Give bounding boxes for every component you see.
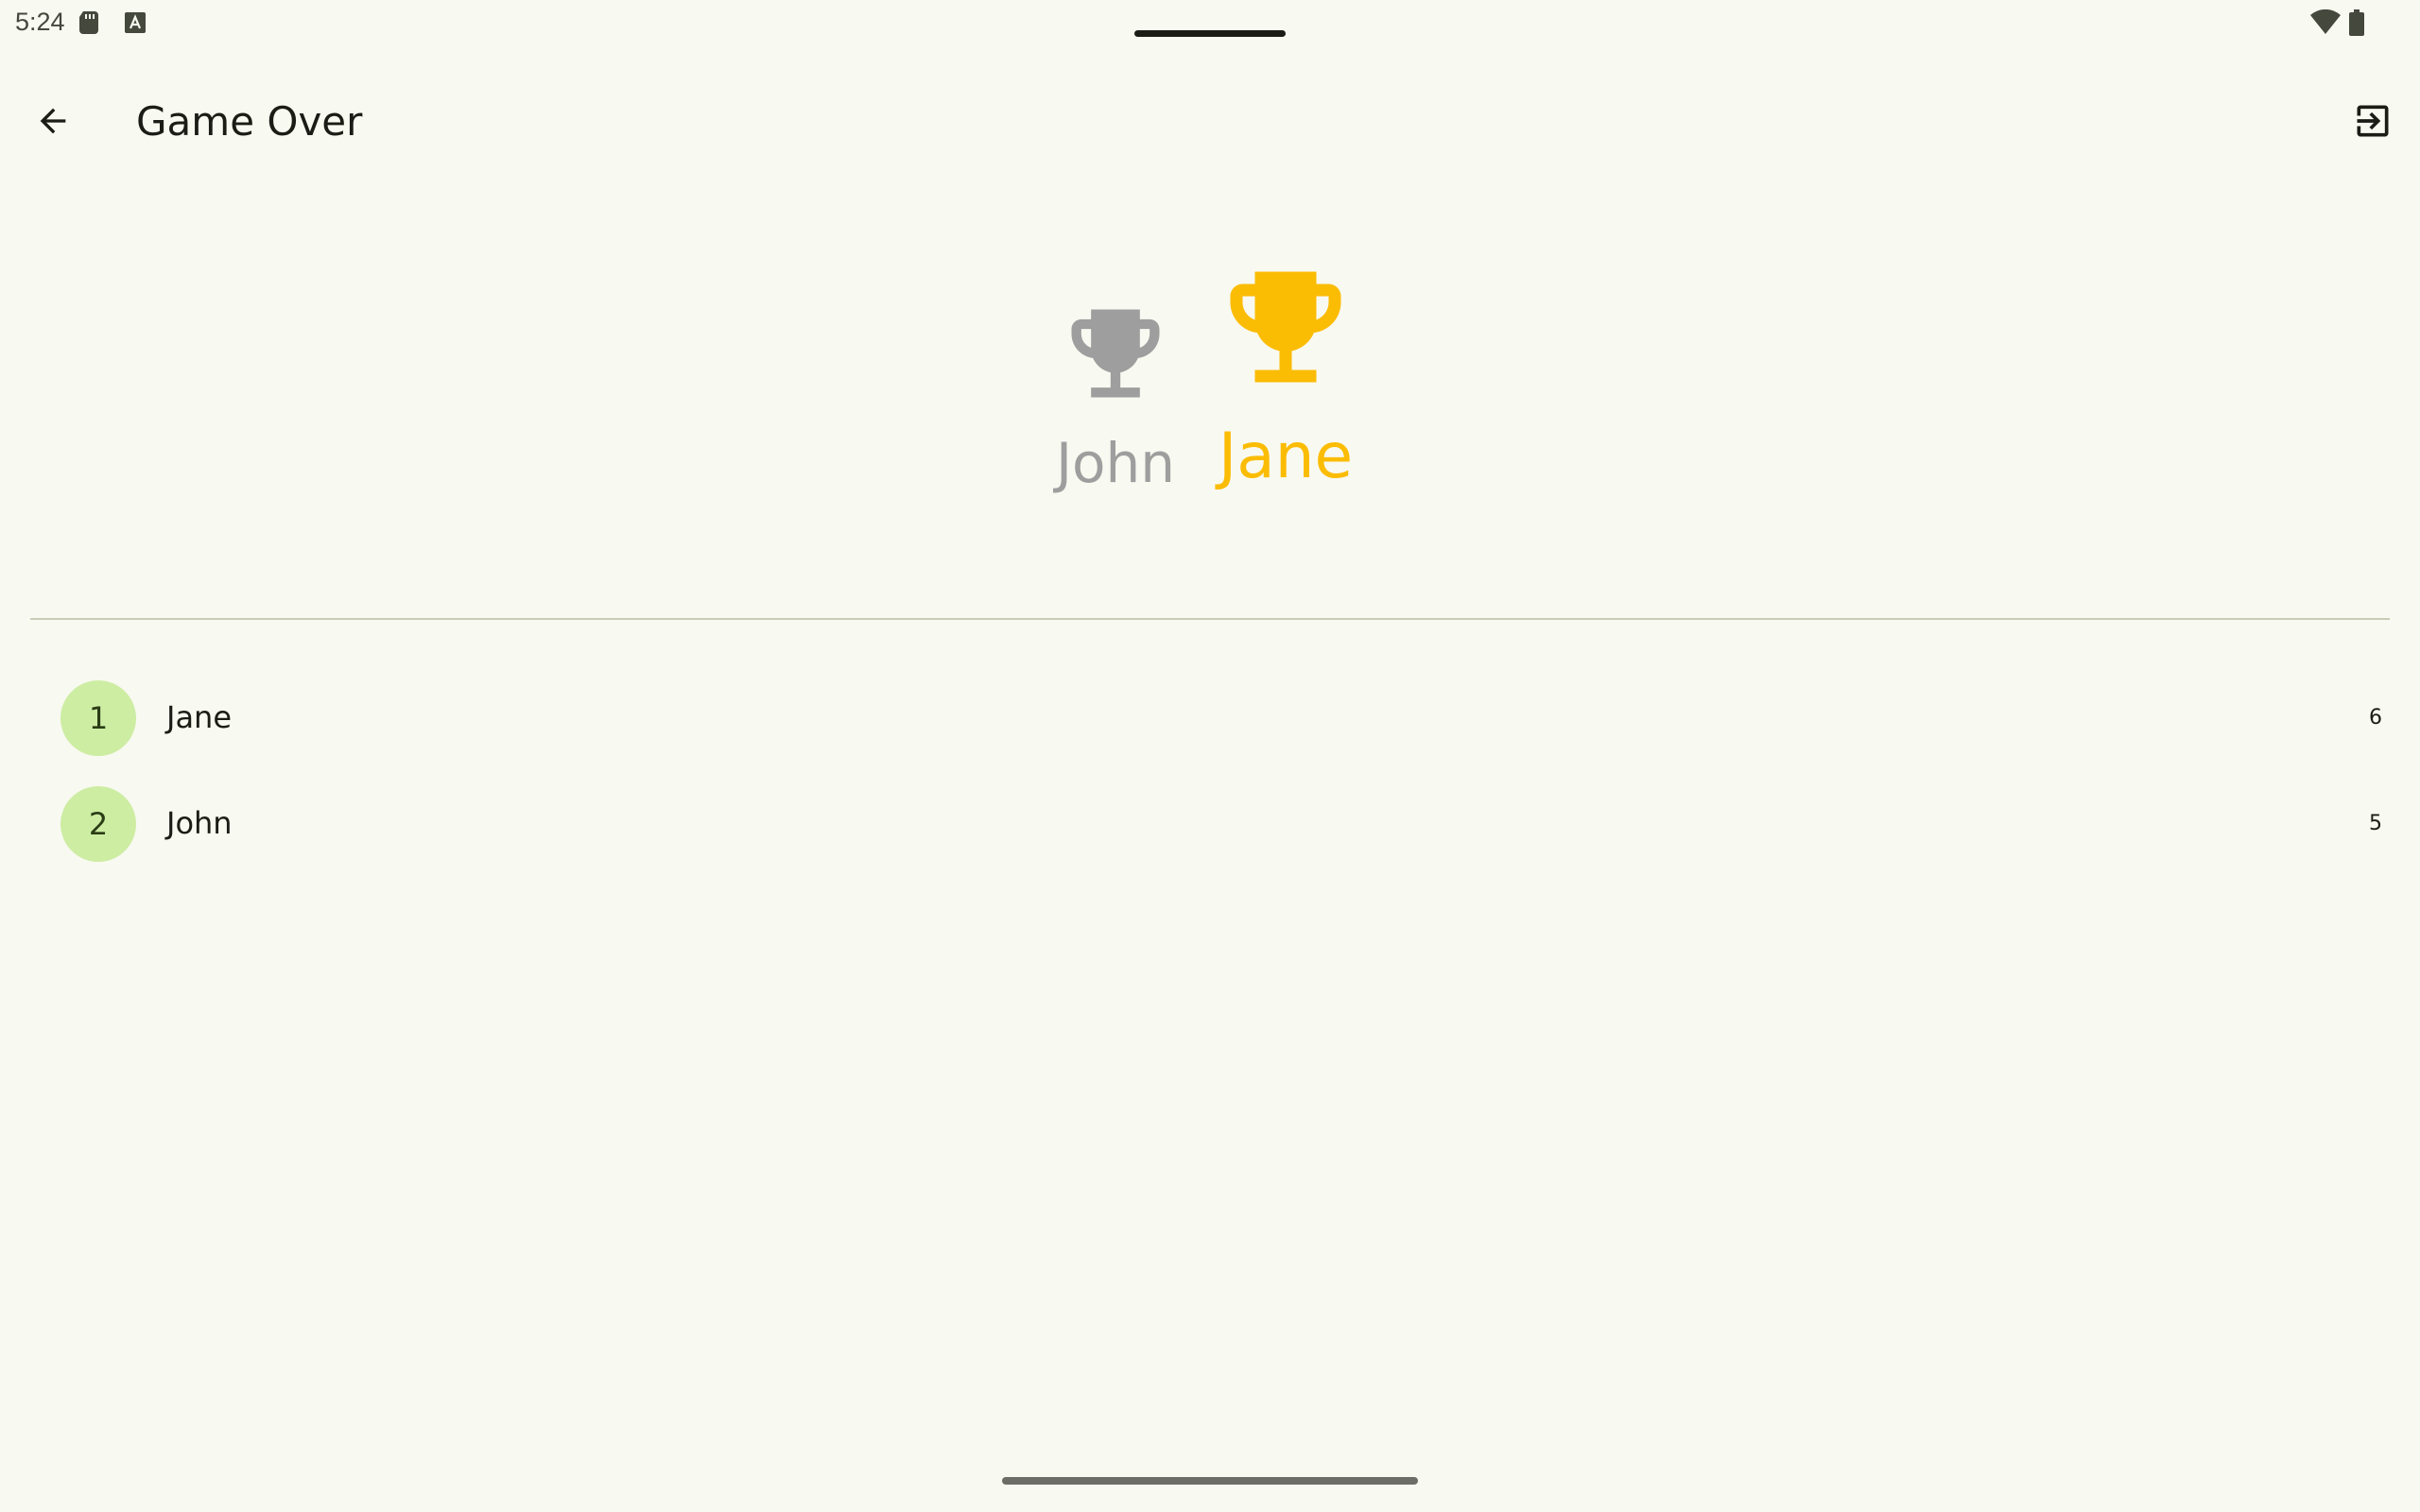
page-title: Game Over [136, 98, 363, 145]
camera-notch [1134, 30, 1286, 37]
exit-icon [2357, 105, 2389, 137]
podium-second-place: John [1040, 295, 1191, 495]
player-name: Jane [166, 699, 233, 735]
exit-button[interactable] [2335, 91, 2411, 151]
sd-card-icon [79, 11, 98, 38]
player-name: John [166, 805, 233, 841]
status-bar: 5:24 [0, 0, 2420, 45]
a-keyboard-icon [125, 12, 146, 37]
battery-icon [2349, 9, 2364, 40]
status-time: 5:24 [15, 8, 65, 36]
wifi-icon [2310, 9, 2341, 38]
podium: John Jane [0, 246, 2420, 529]
rank-badge: 1 [60, 680, 136, 756]
podium-second-name: John [1055, 431, 1176, 495]
divider [30, 618, 2390, 620]
podium-first-name: Jane [1218, 420, 1354, 492]
silver-trophy-icon [1071, 309, 1160, 398]
scores-list: 1 Jane 6 2 John 5 [0, 680, 2420, 892]
list-item[interactable]: 1 Jane 6 [0, 680, 2420, 786]
player-score: 5 [2369, 812, 2382, 835]
podium-first-place: Jane [1191, 253, 1380, 492]
rank-badge: 2 [60, 786, 136, 862]
list-item[interactable]: 2 John 5 [0, 786, 2420, 892]
back-button[interactable] [15, 91, 91, 151]
gold-trophy-icon [1230, 271, 1341, 383]
player-score: 6 [2369, 706, 2382, 730]
arrow-back-icon [40, 108, 66, 134]
app-bar: Game Over [0, 60, 2420, 181]
home-indicator[interactable] [1002, 1477, 1418, 1485]
